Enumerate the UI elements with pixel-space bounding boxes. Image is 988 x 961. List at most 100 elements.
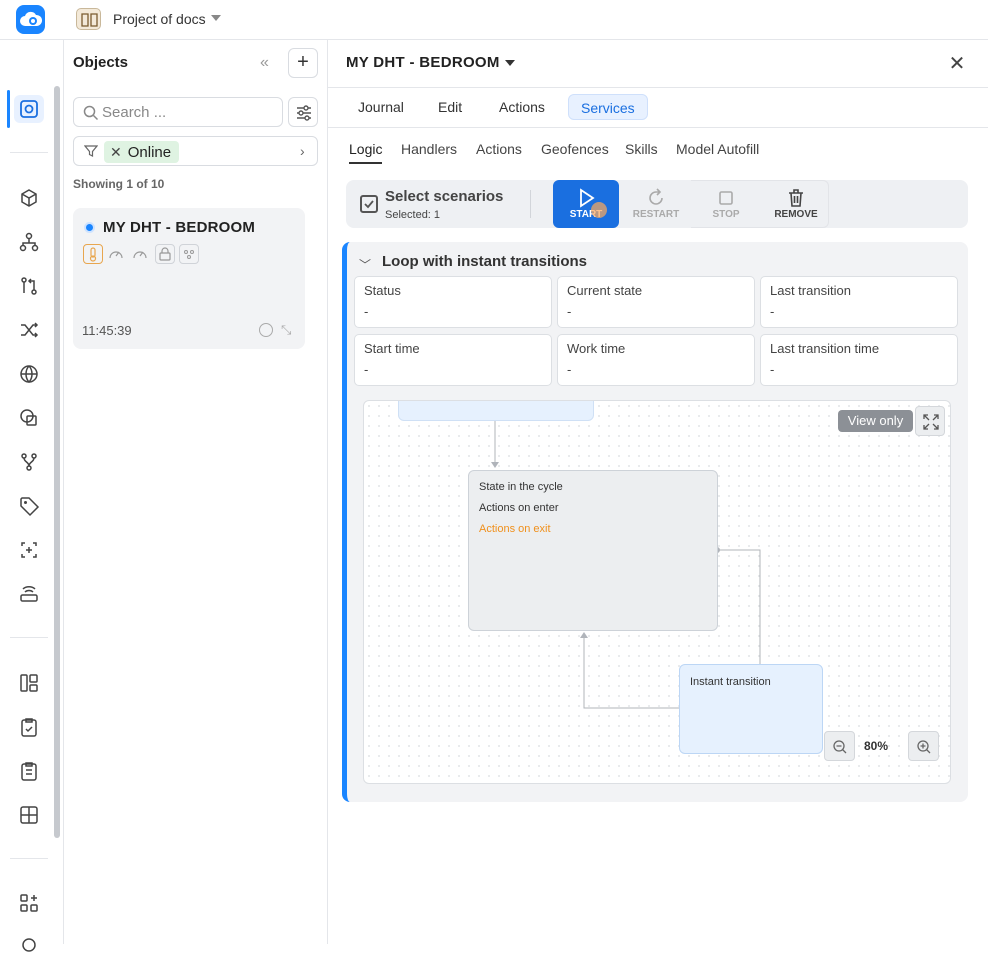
info-field: Start time - (354, 334, 552, 386)
filter-settings-button[interactable] (288, 97, 318, 127)
state-node[interactable]: State in the cycle Actions on enter Acti… (468, 470, 718, 631)
start-button[interactable]: START (553, 180, 619, 228)
add-frame-icon[interactable] (18, 539, 40, 561)
remove-button[interactable]: REMOVE (763, 180, 829, 228)
target-icon[interactable] (259, 323, 273, 337)
restart-label: RESTART (632, 209, 680, 220)
subtab-handlers[interactable]: Handlers (401, 141, 457, 157)
nav-active-indicator (7, 90, 10, 128)
transition-node[interactable]: Instant transition (679, 664, 823, 754)
field-label: Start time (364, 341, 420, 356)
router-icon[interactable] (18, 583, 40, 605)
subtab-model-autofill[interactable]: Model Autofill (676, 141, 759, 157)
results-count: Showing 1 of 10 (73, 177, 165, 191)
subtab-geofences[interactable]: Geofences (541, 141, 609, 157)
globe-icon[interactable] (18, 363, 40, 385)
select-scenarios-label: Select scenarios (385, 188, 504, 205)
field-value: - (567, 304, 572, 319)
collapse-icon[interactable]: « (260, 54, 269, 72)
stop-icon (719, 191, 733, 205)
info-field: Work time - (557, 334, 755, 386)
diagram-canvas[interactable]: State in the cycle Actions on enter Acti… (363, 400, 951, 784)
field-label: Current state (567, 283, 643, 298)
objects-panel: Objects « + ✕ Online › Showing 1 of 10 MY… (64, 40, 328, 944)
cursor-highlight (591, 202, 607, 218)
zoom-out-icon (833, 740, 847, 754)
scrollbar[interactable] (54, 86, 60, 838)
field-value: - (770, 304, 775, 319)
divider (530, 190, 531, 218)
filter-chip-online[interactable]: ✕ Online (104, 141, 180, 163)
restart-button[interactable]: RESTART (623, 180, 689, 228)
info-field: Status - (354, 276, 552, 328)
filter-bar[interactable]: ✕ Online › (73, 136, 318, 166)
gauge-icon (107, 245, 127, 265)
zoom-out-button[interactable] (824, 731, 855, 761)
tab-edit[interactable]: Edit (426, 94, 474, 120)
zoom-in-button[interactable] (908, 731, 939, 761)
field-label: Status (364, 283, 401, 298)
chevron-down-icon[interactable] (505, 60, 515, 66)
flow-icon[interactable] (18, 275, 40, 297)
tag-icon[interactable] (18, 495, 40, 517)
project-title[interactable]: Project of docs (113, 11, 206, 27)
grid-icon[interactable] (18, 804, 40, 826)
dashboard-icon[interactable] (18, 672, 40, 694)
shuffle-icon[interactable] (18, 319, 40, 341)
search-icon (83, 105, 99, 121)
add-widget-icon[interactable] (18, 892, 40, 914)
subtab-actions[interactable]: Actions (476, 141, 522, 157)
clipboard-list-icon[interactable] (18, 760, 40, 782)
filter-chip-label: Online (127, 144, 172, 161)
nav-divider (10, 858, 48, 859)
selected-count: Selected: 1 (385, 209, 441, 221)
lock-icon (155, 244, 175, 264)
stop-label: STOP (712, 209, 740, 220)
clipboard-check-icon[interactable] (18, 716, 40, 738)
remove-label: REMOVE (774, 209, 818, 220)
settings-icon[interactable] (18, 934, 40, 956)
close-button[interactable]: ✕ (946, 53, 968, 75)
select-all-checkbox[interactable] (360, 195, 378, 213)
left-navigation (0, 40, 64, 952)
app-logo-icon[interactable] (16, 5, 45, 34)
book-icon[interactable] (76, 8, 101, 30)
search-input[interactable] (102, 102, 272, 122)
panel-title: Objects (73, 54, 129, 71)
sliders-icon (297, 105, 311, 121)
chevron-down-icon[interactable]: ﹀ (359, 256, 371, 273)
hierarchy-icon[interactable] (18, 231, 40, 253)
zoom-level: 80% (864, 739, 889, 753)
chevron-down-icon[interactable] (211, 15, 221, 21)
subtab-skills[interactable]: Skills (625, 141, 658, 157)
diagram-node[interactable] (398, 401, 594, 421)
scenario-toolbar: Select scenarios Selected: 1 START RESTA… (346, 180, 968, 228)
tab-services[interactable]: Services (568, 94, 648, 120)
expand-icon (923, 414, 939, 430)
funnel-icon (84, 145, 98, 157)
objects-icon[interactable] (18, 98, 40, 120)
object-card[interactable]: MY DHT - BEDROOM 11:45:39 ⤡ (73, 208, 305, 349)
tab-actions[interactable]: Actions (487, 94, 557, 120)
scenario-title: Loop with instant transitions (382, 253, 587, 270)
branch-icon[interactable] (18, 451, 40, 473)
chevron-right-icon[interactable]: › (300, 143, 305, 159)
field-value: - (364, 362, 369, 377)
fullscreen-button[interactable] (915, 406, 945, 436)
state-title: State in the cycle (479, 481, 563, 493)
field-label: Last transition (770, 283, 851, 298)
shrink-icon[interactable]: ⤡ (281, 322, 291, 338)
stop-button[interactable]: STOP (693, 180, 759, 228)
add-object-button[interactable]: + (288, 48, 318, 78)
tab-journal[interactable]: Journal (346, 94, 416, 120)
gauge-icon (131, 245, 151, 265)
cube-icon[interactable] (18, 187, 40, 209)
nav-divider (10, 152, 48, 153)
subtab-logic[interactable]: Logic (349, 141, 383, 164)
divider (328, 87, 988, 88)
object-title: MY DHT - BEDROOM (103, 219, 256, 236)
info-field: Last transition time - (760, 334, 958, 386)
close-icon[interactable]: ✕ (110, 144, 122, 160)
shapes-icon[interactable] (18, 407, 40, 429)
actions-on-enter: Actions on enter (479, 502, 559, 514)
